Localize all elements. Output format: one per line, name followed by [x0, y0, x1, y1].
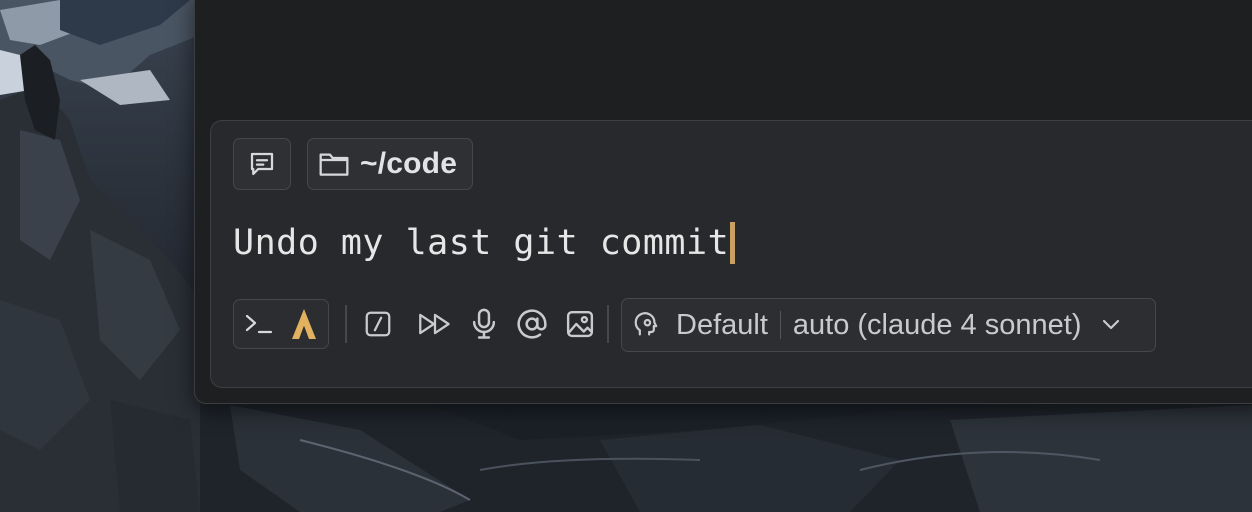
mode-toggle[interactable] — [233, 299, 329, 349]
image-icon[interactable] — [561, 305, 599, 343]
at-sign-icon[interactable] — [513, 305, 551, 343]
text-caret — [730, 222, 736, 264]
working-directory-label: ~/code — [360, 147, 458, 180]
conversation-button[interactable] — [233, 138, 291, 190]
microphone-icon[interactable] — [465, 305, 503, 343]
terminal-window: ~/code Undo my last git commit Default a… — [194, 0, 1252, 404]
model-selector[interactable]: Default auto (claude 4 sonnet) — [621, 298, 1156, 352]
folder-icon — [318, 150, 350, 178]
profile-label: Default — [676, 308, 768, 341]
toolbar-separator — [607, 305, 609, 343]
input-toolbar: Default auto (claude 4 sonnet) — [233, 297, 1252, 352]
toolbar-separator — [345, 305, 347, 343]
prompt-text: Undo my last git commit — [233, 223, 730, 263]
model-divider — [779, 311, 781, 339]
working-directory-chip[interactable]: ~/code — [307, 138, 473, 190]
slash-command-icon[interactable] — [359, 305, 397, 343]
agent-mode-icon[interactable] — [291, 308, 317, 340]
message-square-icon — [247, 149, 277, 179]
terminal-icon[interactable] — [245, 313, 273, 335]
chevron-down-icon[interactable] — [1101, 318, 1121, 332]
profile-icon — [634, 311, 662, 339]
model-label: auto (claude 4 sonnet) — [792, 308, 1082, 341]
fast-forward-icon[interactable] — [416, 305, 454, 343]
prompt-input[interactable]: Undo my last git commit — [233, 219, 736, 267]
agent-input-panel[interactable]: ~/code Undo my last git commit Default a… — [210, 120, 1252, 388]
